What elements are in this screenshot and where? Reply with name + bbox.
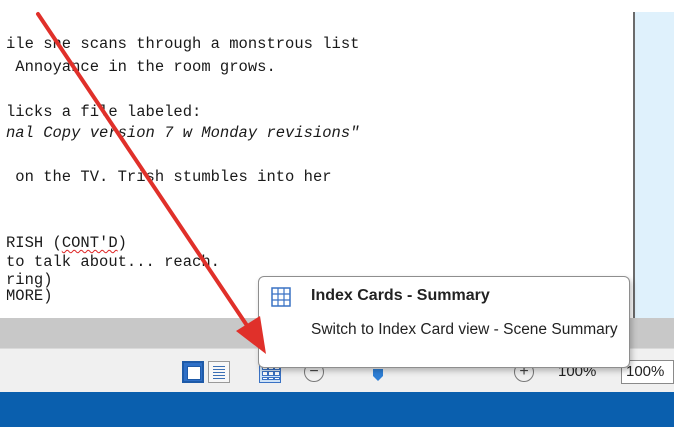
tooltip-description: Switch to Index Card view - Scene Summar… <box>311 321 618 338</box>
zoom-slider-thumb[interactable] <box>371 368 385 382</box>
script-line: Annoyance in the room grows. <box>6 58 276 76</box>
script-line: ile she scans through a monstrous list <box>6 35 360 53</box>
script-line: on the TV. Trish stumbles into her <box>6 168 332 186</box>
character-name: RISH ( <box>6 234 62 252</box>
tooltip: Index Cards - Summary Switch to Index Ca… <box>258 276 630 368</box>
character-cue-close: ) <box>117 234 127 252</box>
top-strip <box>0 0 674 12</box>
script-line: licks a file labeled: <box>6 103 202 121</box>
tooltip-title: Index Cards - Summary <box>311 287 490 304</box>
script-page[interactable]: ile she scans through a monstrous list A… <box>0 12 633 318</box>
dialogue-line: to talk about... reach. <box>6 253 220 271</box>
page-view-button[interactable] <box>208 361 230 383</box>
normal-view-button[interactable] <box>182 361 204 383</box>
side-panel <box>635 12 674 318</box>
grid-icon <box>271 287 291 307</box>
script-line: nal Copy version 7 w Monday revisions" <box>6 124 360 142</box>
contd-marker: CONT'D <box>61 234 118 252</box>
character-cue: RISH (CONT'D) <box>6 235 127 252</box>
taskbar <box>0 392 674 427</box>
normal-view-icon <box>187 366 201 380</box>
more-marker: MORE) <box>6 287 53 305</box>
